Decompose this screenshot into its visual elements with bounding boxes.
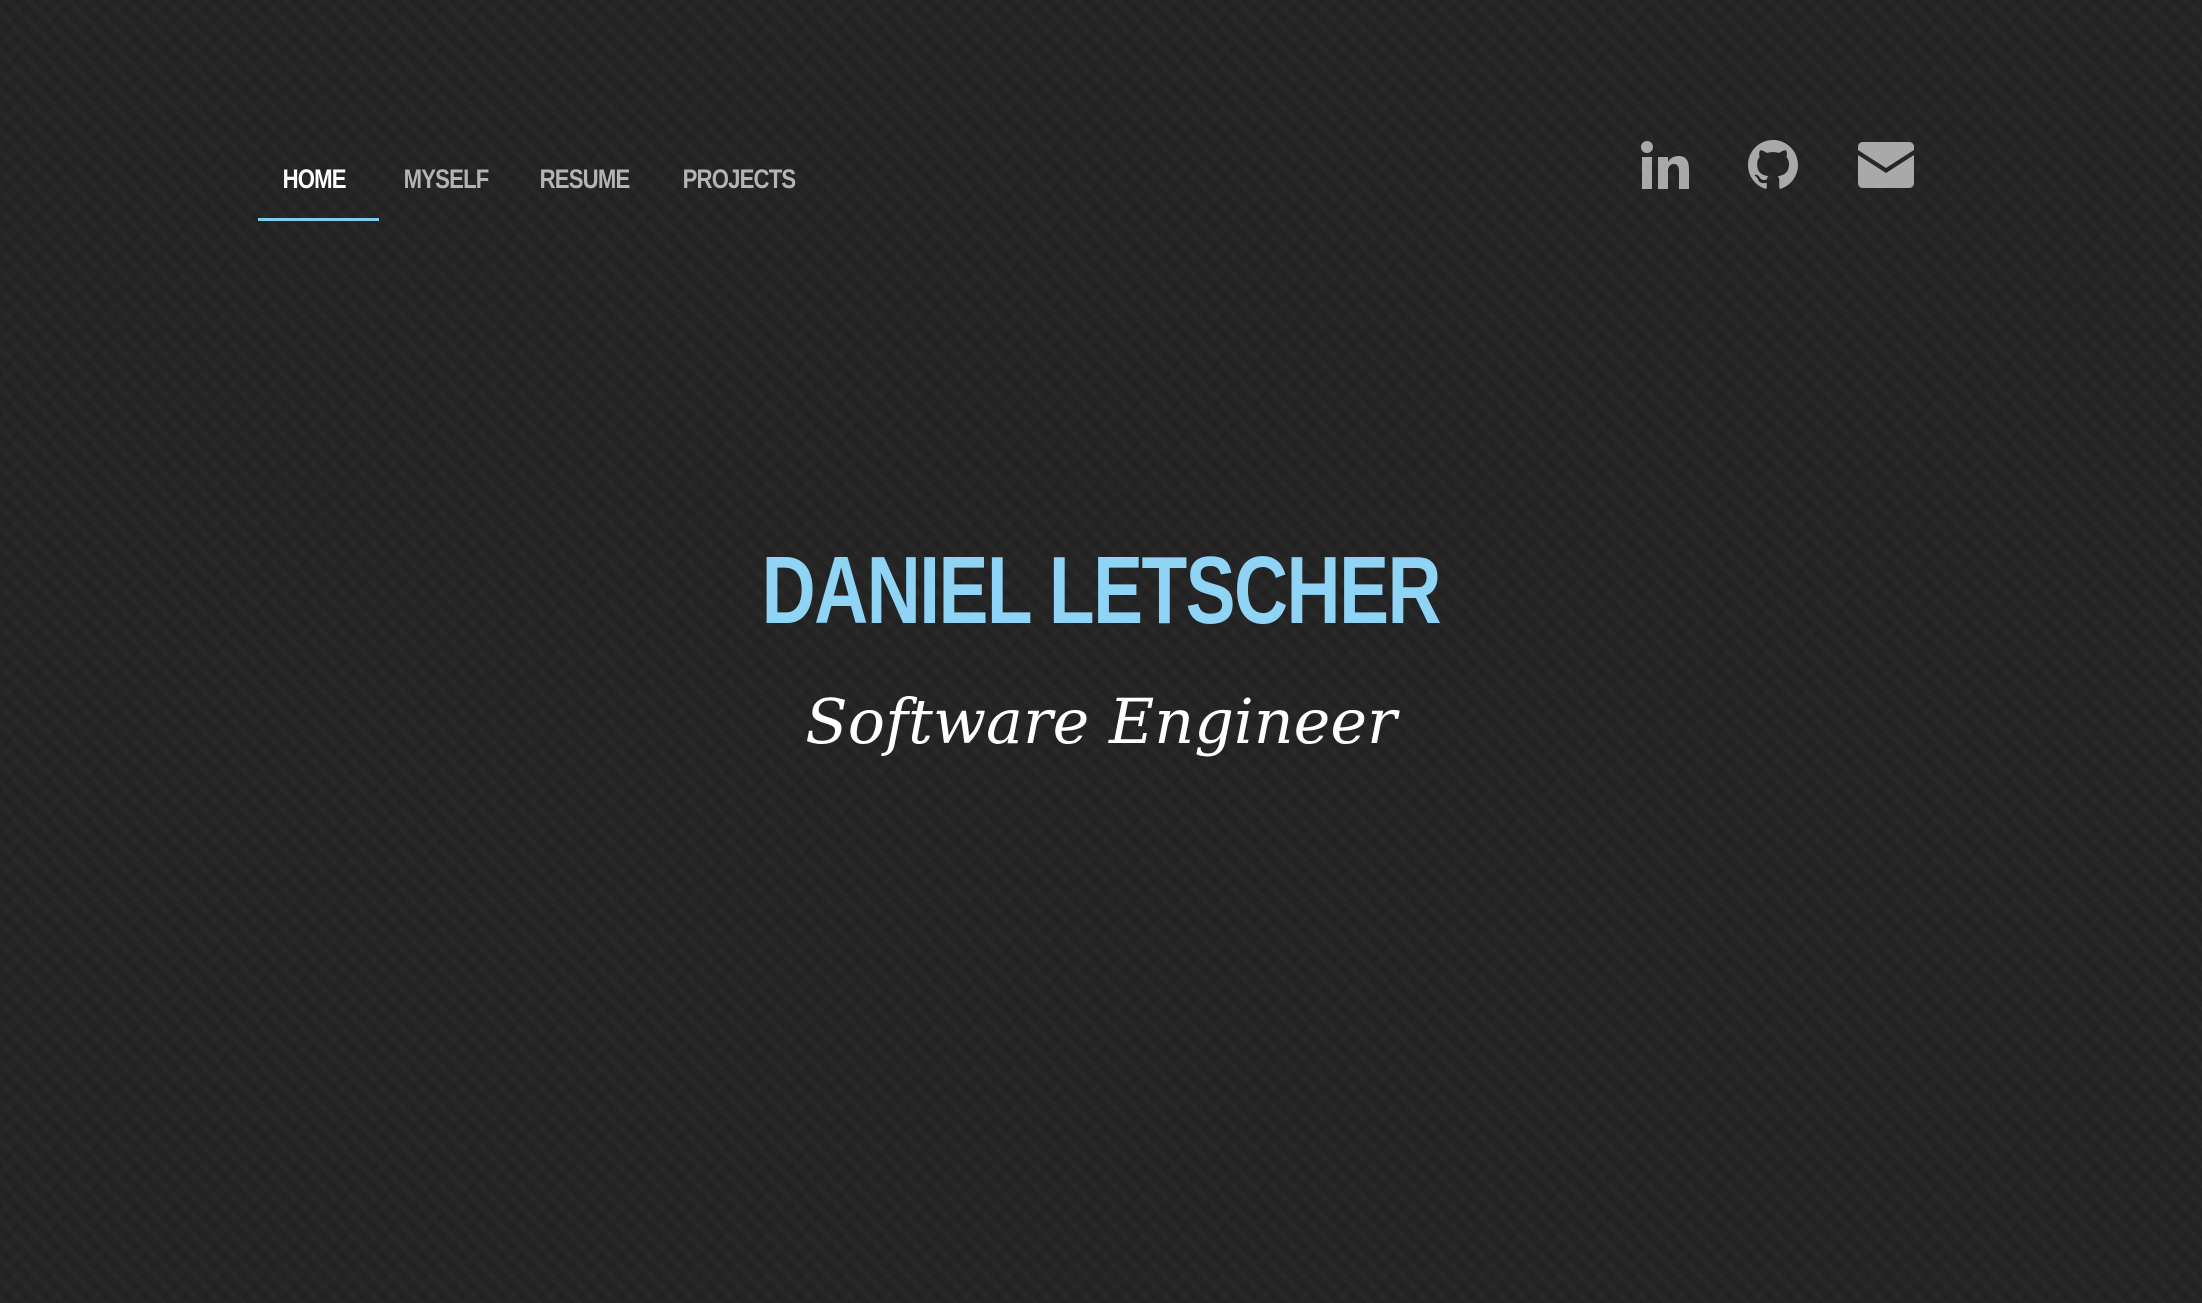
nav-item-myself[interactable]: MYSELF (379, 150, 515, 222)
hero-name: DANIEL LETSCHER (0, 536, 2202, 646)
social-links (1640, 140, 1914, 190)
nav-item-projects[interactable]: PROJECTS (658, 150, 818, 222)
envelope-icon (1858, 142, 1914, 188)
github-link[interactable] (1748, 140, 1798, 190)
linkedin-icon (1641, 141, 1689, 189)
github-icon (1748, 140, 1798, 189)
nav-item-label[interactable]: MYSELF (379, 150, 491, 208)
nav-item-home[interactable]: HOME (258, 150, 379, 222)
main-nav: HOME MYSELF RESUME PROJECTS (258, 150, 818, 222)
hero-title: Software Engineer (805, 685, 1397, 758)
nav-item-label[interactable]: HOME (258, 150, 357, 208)
nav-item-label[interactable]: RESUME (515, 150, 632, 208)
nav-item-label[interactable]: PROJECTS (658, 150, 797, 208)
nav-item-resume[interactable]: RESUME (515, 150, 658, 222)
hero-name-text: DANIEL LETSCHER (761, 537, 1442, 644)
email-link[interactable] (1858, 142, 1914, 188)
linkedin-link[interactable] (1640, 140, 1690, 190)
